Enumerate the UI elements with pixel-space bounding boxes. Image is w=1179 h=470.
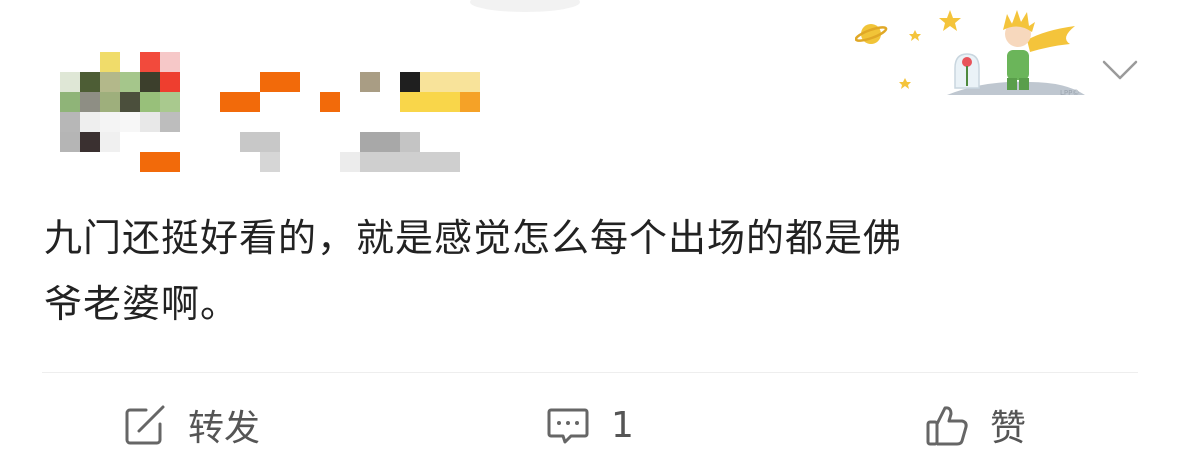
- post-text-line-2: 爷老婆啊。: [44, 282, 240, 326]
- card-decoration: LPP©: [854, 0, 1095, 100]
- post-menu-button[interactable]: [1098, 52, 1142, 88]
- like-button[interactable]: 赞: [924, 395, 1026, 455]
- decoration-signature: LPP©: [1060, 89, 1079, 97]
- action-bar-divider: [42, 372, 1138, 373]
- comment-count: 1: [611, 404, 634, 446]
- repost-button[interactable]: 转发: [122, 395, 260, 455]
- thumbs-up-icon: [926, 406, 968, 446]
- comment-bubble-icon: [547, 408, 589, 444]
- little-prince-card-decoration-icon: LPP©: [854, 10, 1085, 97]
- post-text-line-1: 九门还挺好看的，就是感觉怎么每个出场的都是佛: [44, 216, 903, 260]
- repost-label: 转发: [188, 408, 261, 449]
- post-header: LPP©: [0, 0, 1179, 190]
- post-content: 九门还挺好看的，就是感觉怎么每个出场的都是佛 爷老婆啊。: [44, 205, 1124, 337]
- chevron-down-icon: [1102, 60, 1138, 80]
- comment-button[interactable]: 1: [545, 395, 634, 455]
- repost-edit-icon: [125, 405, 165, 445]
- username-mosaic[interactable]: [220, 72, 480, 172]
- avatar[interactable]: [60, 52, 180, 172]
- like-label: 赞: [990, 408, 1027, 449]
